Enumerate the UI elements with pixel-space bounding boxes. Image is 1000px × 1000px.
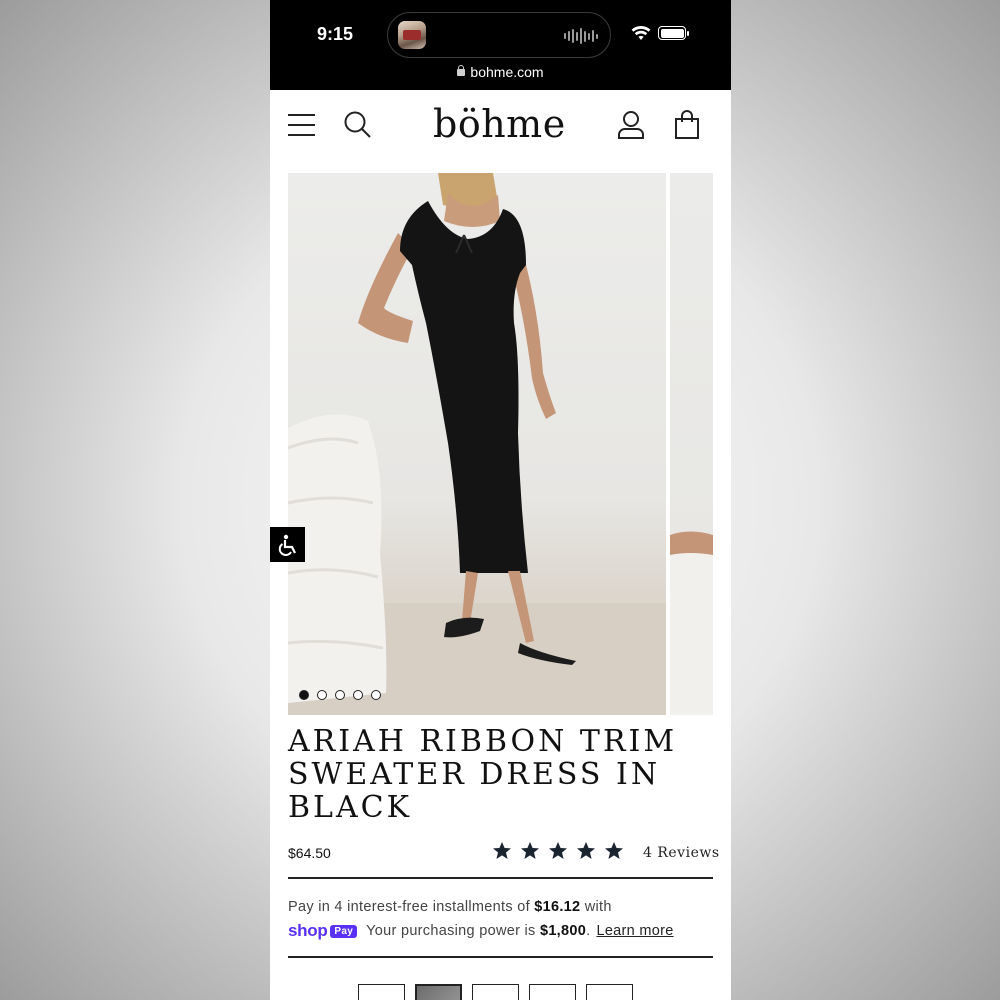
swatch-option[interactable] <box>472 984 519 1000</box>
installment-amount: $16.12 <box>534 899 581 915</box>
dynamic-island[interactable] <box>387 12 611 58</box>
star-icon <box>549 842 567 859</box>
color-swatches <box>358 984 633 1000</box>
battery-icon <box>658 26 689 40</box>
account-icon[interactable] <box>617 110 645 140</box>
divider <box>288 956 713 958</box>
star-icon <box>521 842 539 859</box>
reviews-link[interactable]: 4 Reviews <box>643 845 720 861</box>
gallery-dots <box>299 690 381 700</box>
star-icon <box>493 842 511 859</box>
model-illustration <box>288 173 666 715</box>
star-icon <box>577 842 595 859</box>
shop-pay-badge: Pay <box>330 924 358 938</box>
star-icon <box>605 842 623 859</box>
swatch-option[interactable] <box>529 984 576 1000</box>
site-logo[interactable]: böhme <box>433 102 566 146</box>
menu-icon[interactable] <box>288 112 316 138</box>
site-header: böhme <box>270 90 731 170</box>
rating-stars[interactable] <box>492 841 624 861</box>
search-icon[interactable] <box>343 110 373 140</box>
accessibility-button[interactable] <box>270 527 305 562</box>
gallery-dot[interactable] <box>335 690 345 700</box>
gallery-dot[interactable] <box>299 690 309 700</box>
product-image-next[interactable] <box>670 173 713 715</box>
swatch-option[interactable] <box>586 984 633 1000</box>
swatch-option[interactable] <box>358 984 405 1000</box>
next-image-preview <box>670 531 713 715</box>
product-title: ARIAH RIBBON TRIM SWEATER DRESS IN BLACK <box>288 724 678 825</box>
learn-more-link[interactable]: Learn more <box>596 923 673 939</box>
gallery-dot[interactable] <box>371 690 381 700</box>
audio-waveform-icon <box>564 26 598 46</box>
product-price: $64.50 <box>288 845 331 861</box>
divider <box>288 877 713 879</box>
status-bar: 9:15 bohme.com <box>270 0 731 90</box>
phone-screen: 9:15 bohme.com böhme ARIAH RIBBON TRIM S… <box>270 0 731 1000</box>
shop-pay-logo: shop <box>288 921 328 940</box>
purchasing-power: $1,800 <box>539 923 587 939</box>
bag-icon[interactable] <box>674 110 700 140</box>
address-bar[interactable]: bohme.com <box>270 64 731 80</box>
wifi-icon <box>631 25 651 40</box>
wheelchair-icon <box>278 534 296 556</box>
status-time: 9:15 <box>317 24 354 44</box>
product-image-main[interactable] <box>288 173 666 715</box>
installments-text: Pay in 4 interest-free installments of $… <box>288 899 612 915</box>
swatch-option[interactable] <box>415 984 462 1000</box>
shop-pay-line: shop Pay Your purchasing power is $1,800.… <box>288 921 674 940</box>
lock-icon <box>457 65 466 76</box>
gallery-dot[interactable] <box>317 690 327 700</box>
gallery-dot[interactable] <box>353 690 363 700</box>
url-text: bohme.com <box>470 64 544 80</box>
now-playing-thumbnail <box>398 21 426 49</box>
